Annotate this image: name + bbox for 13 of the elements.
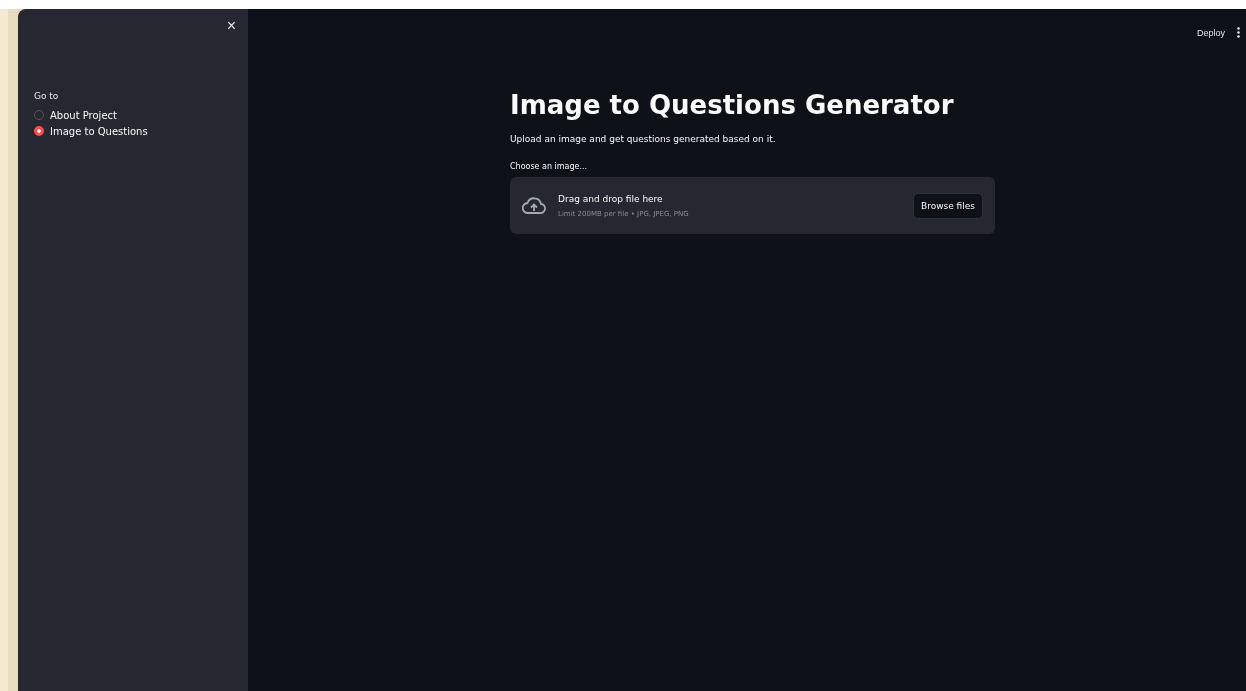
deploy-button[interactable]: Deploy xyxy=(1197,27,1225,38)
browse-files-button[interactable]: Browse files xyxy=(912,192,983,219)
cloud-upload-icon xyxy=(522,196,546,215)
page-title: Image to Questions Generator xyxy=(510,90,955,120)
more-menu-icon[interactable] xyxy=(1237,27,1240,38)
radio-option-label[interactable]: About Project xyxy=(50,109,117,121)
radio-label: Go to xyxy=(34,91,60,101)
close-button[interactable]: × xyxy=(224,17,238,35)
dropzone-text: Drag and drop file here xyxy=(558,193,664,204)
radio-option-label[interactable]: Image to Questions xyxy=(50,125,148,137)
description: Upload an image and get questions generated based on it. xyxy=(510,134,777,144)
radio-button[interactable] xyxy=(34,126,44,136)
uploader-label: Choose an image... xyxy=(510,162,589,171)
